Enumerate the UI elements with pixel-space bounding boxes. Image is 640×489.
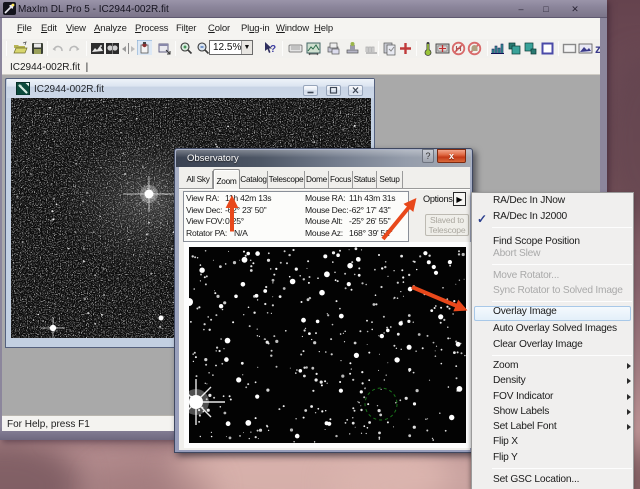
- svg-text:?: ?: [270, 44, 276, 55]
- svg-text:z: z: [595, 42, 600, 56]
